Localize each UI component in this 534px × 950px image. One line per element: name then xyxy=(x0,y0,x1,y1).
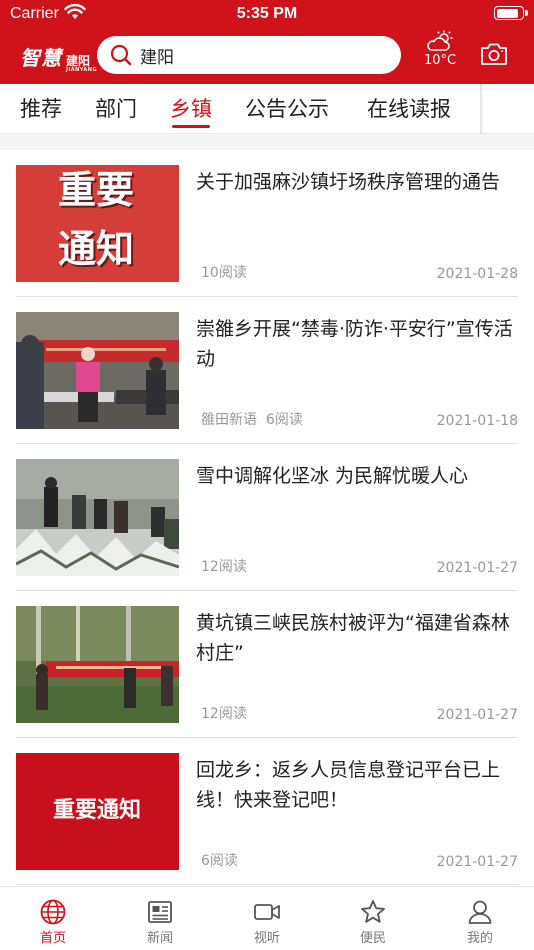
tabbar-services[interactable]: 便民 xyxy=(333,899,413,946)
star-icon xyxy=(361,900,385,923)
news-item[interactable]: 重要 重要 通知 通知 关于加强麻沙镇圩场秩序管理的通告 10阅读 2021-0… xyxy=(16,150,518,297)
read-count: 12阅读 xyxy=(201,706,247,722)
tabbar-news[interactable]: 新闻 xyxy=(120,899,200,946)
news-thumbnail xyxy=(16,459,179,576)
news-thumbnail xyxy=(16,606,179,723)
battery-level xyxy=(496,8,519,18)
tabbar-label: 新闻 xyxy=(146,931,173,946)
weather-widget[interactable]: 10°C xyxy=(418,30,462,78)
news-date: 2021-01-18 xyxy=(436,413,518,429)
tabbar-profile[interactable]: 我的 xyxy=(440,899,520,946)
search-icon xyxy=(110,44,132,66)
tab-townships[interactable]: 乡镇 xyxy=(170,92,212,128)
tabbar-home[interactable]: 首页 xyxy=(13,899,93,946)
battery-icon xyxy=(494,6,528,20)
tabbar-label: 视听 xyxy=(253,931,280,946)
news-meta: 10阅读 xyxy=(201,262,247,282)
notice-text-2: 通知 xyxy=(58,227,134,271)
news-meta: 6阅读 xyxy=(201,850,238,870)
tabbar-video[interactable]: 视听 xyxy=(227,899,307,946)
read-count: 12阅读 xyxy=(201,559,247,575)
notice-graphic: 重要 重要 通知 通知 xyxy=(16,165,179,282)
news-source: 雒田新语 xyxy=(201,412,257,428)
tabbar-label: 我的 xyxy=(466,931,493,946)
tab-label: 部门 xyxy=(95,97,137,121)
read-count: 6阅读 xyxy=(265,412,303,428)
tab-recommend[interactable]: 推荐 xyxy=(20,92,62,128)
event-photo xyxy=(16,312,179,429)
app-screen: Carrier 5:35 PM 智慧 建阳 JIANYANG 建阳 10°C 推… xyxy=(0,0,534,950)
tab-departments[interactable]: 部门 xyxy=(95,92,137,128)
tab-label: 推荐 xyxy=(20,97,62,121)
tab-label: 公告公示 xyxy=(245,97,329,121)
newspaper-icon xyxy=(148,901,172,923)
cloud-sun-icon xyxy=(427,30,453,51)
category-tabs: 推荐 部门 乡镇 公告公示 在线读报 xyxy=(0,84,534,134)
news-title: 回龙乡：返乡人员信息登记平台已上线！快来登记吧！ xyxy=(196,759,501,811)
news-date: 2021-01-27 xyxy=(436,560,518,576)
notice-graphic: 重要通知 xyxy=(16,753,179,870)
app-logo: 智慧 建阳 JIANYANG xyxy=(20,42,97,73)
notice-text: 重要通知 xyxy=(53,797,141,823)
logo-pinyin: JIANYANG xyxy=(66,67,98,73)
active-tab-indicator xyxy=(172,125,210,128)
logo-city-name: 建阳 xyxy=(66,54,91,68)
news-date: 2021-01-28 xyxy=(436,266,518,282)
news-date: 2021-01-27 xyxy=(436,854,518,870)
bottom-tab-bar: 首页 新闻 视听 便民 我的 xyxy=(0,886,534,950)
news-thumbnail: 重要 重要 通知 通知 xyxy=(16,165,179,282)
video-icon xyxy=(254,904,280,920)
status-bar: Carrier 5:35 PM xyxy=(0,0,534,28)
tab-label: 乡镇 xyxy=(170,97,212,121)
forest-photo xyxy=(16,606,179,723)
tab-label: 在线读报 xyxy=(367,97,451,121)
tabbar-label: 首页 xyxy=(39,931,66,946)
news-item[interactable]: 崇雒乡开展“禁毒·防诈·平安行”宣传活动 雒田新语 6阅读 2021-01-18 xyxy=(16,297,518,444)
news-title: 崇雒乡开展“禁毒·防诈·平安行”宣传活动 xyxy=(196,318,513,370)
notice-text-1: 重要 xyxy=(58,168,134,212)
logo-city: 建阳 JIANYANG xyxy=(66,55,97,74)
search-bar[interactable]: 建阳 xyxy=(97,36,401,74)
temperature-label: 10°C xyxy=(423,53,457,68)
clock: 5:35 PM xyxy=(236,5,298,22)
camera-icon[interactable] xyxy=(480,42,508,66)
news-title: 雪中调解化坚冰 为民解忧暖人心 xyxy=(196,465,469,487)
tabs-scroll-shadow xyxy=(480,84,484,134)
news-item[interactable]: 雪中调解化坚冰 为民解忧暖人心 12阅读 2021-01-27 xyxy=(16,444,518,591)
news-item[interactable]: 黄坑镇三峡民族村被评为“福建省森林村庄” 12阅读 2021-01-27 xyxy=(16,591,518,738)
snow-photo xyxy=(16,459,179,576)
user-icon xyxy=(468,900,492,924)
news-meta: 雒田新语 6阅读 xyxy=(201,409,303,429)
news-thumbnail: 重要通知 xyxy=(16,753,179,870)
news-item[interactable]: 重要通知 回龙乡：返乡人员信息登记平台已上线！快来登记吧！ 6阅读 2021-0… xyxy=(16,738,518,885)
search-input[interactable]: 建阳 xyxy=(140,43,174,68)
globe-icon xyxy=(40,899,66,925)
news-date: 2021-01-27 xyxy=(436,707,518,723)
read-count: 10阅读 xyxy=(201,265,247,281)
news-meta: 12阅读 xyxy=(201,703,247,723)
news-thumbnail xyxy=(16,312,179,429)
tab-announcements[interactable]: 公告公示 xyxy=(245,92,329,128)
tabbar-label: 便民 xyxy=(359,931,386,946)
tab-online-newspaper[interactable]: 在线读报 xyxy=(367,92,451,128)
app-header: Carrier 5:35 PM 智慧 建阳 JIANYANG 建阳 10°C xyxy=(0,0,534,84)
section-divider xyxy=(0,134,534,150)
read-count: 6阅读 xyxy=(201,853,238,869)
news-title: 黄坑镇三峡民族村被评为“福建省森林村庄” xyxy=(196,612,510,664)
news-meta: 12阅读 xyxy=(201,556,247,576)
logo-main-text: 智慧 xyxy=(20,46,62,70)
news-title: 关于加强麻沙镇圩场秩序管理的通告 xyxy=(196,171,501,193)
